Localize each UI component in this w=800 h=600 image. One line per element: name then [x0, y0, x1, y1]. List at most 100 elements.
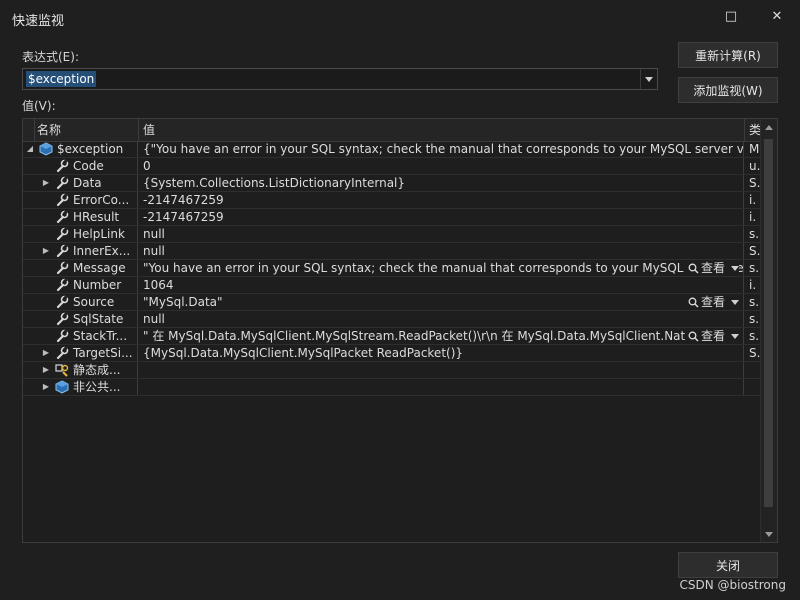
table-row[interactable]: Code 0 u.: [23, 158, 761, 175]
row-name-cell: HelpLink: [23, 226, 138, 242]
column-name-header[interactable]: 名称: [35, 119, 139, 141]
view-button[interactable]: 查看: [685, 260, 739, 276]
row-name-cell: Code: [23, 158, 138, 174]
row-name-cell: ▶ 静态成...: [23, 362, 138, 378]
scrollbar-thumb[interactable]: [764, 139, 773, 507]
wrench-icon: [55, 346, 69, 360]
maximize-button[interactable]: □: [717, 4, 745, 28]
row-value: "You have an error in your SQL syntax; c…: [143, 261, 744, 275]
close-window-button[interactable]: ✕: [763, 4, 791, 28]
row-value: 0: [143, 159, 151, 173]
expression-dropdown[interactable]: [640, 69, 657, 89]
expression-combobox[interactable]: $exception: [22, 68, 658, 90]
table-row[interactable]: HResult -2147467259 i.: [23, 209, 761, 226]
expand-icon[interactable]: ▶: [41, 362, 51, 378]
row-name: HResult: [73, 210, 120, 224]
row-value: null: [143, 312, 165, 326]
row-type: s.: [749, 261, 760, 275]
row-value-cell: [139, 379, 744, 395]
row-value-cell: {MySql.Data.MySqlClient.MySqlPacket Read…: [139, 345, 744, 361]
magnifier-icon: [688, 263, 699, 274]
wrench-icon: [55, 159, 69, 173]
table-row[interactable]: ▶ 静态成...: [23, 362, 761, 379]
static-icon: [55, 363, 69, 377]
row-value-cell: {"You have an error in your SQL syntax; …: [139, 141, 744, 157]
table-row[interactable]: ▶ TargetSi... {MySql.Data.MySqlClient.MySq…: [23, 345, 761, 362]
collapse-icon[interactable]: ◢: [25, 141, 35, 157]
row-value: 1064: [143, 278, 174, 292]
view-label: 查看: [700, 329, 725, 343]
wrench-icon: [55, 210, 69, 224]
row-value: -2147467259: [143, 210, 224, 224]
row-name-cell: ▶ 非公共...: [23, 379, 138, 395]
view-button[interactable]: 查看: [685, 294, 739, 310]
table-row[interactable]: Source "MySql.Data" 查看 s.: [23, 294, 761, 311]
vertical-scrollbar[interactable]: [760, 119, 777, 542]
row-name: Message: [73, 261, 126, 275]
table-row[interactable]: Number 1064 i.: [23, 277, 761, 294]
chevron-down-icon: [731, 265, 739, 271]
row-name: ErrorCo...: [73, 193, 130, 207]
row-type: s.: [749, 227, 760, 241]
row-value: null: [143, 227, 165, 241]
row-value-cell: -2147467259: [139, 192, 744, 208]
table-row[interactable]: Message "You have an error in your SQL sy…: [23, 260, 761, 277]
row-name-cell: ▶ TargetSi...: [23, 345, 138, 361]
row-name-cell: Message: [23, 260, 138, 276]
row-type: S.: [749, 244, 761, 258]
row-type: u.: [749, 159, 761, 173]
table-row[interactable]: ◢ $exception {"You have an error in your S…: [23, 141, 761, 158]
row-name: Number: [73, 278, 122, 292]
expand-icon[interactable]: ▶: [41, 379, 51, 395]
row-type: [745, 379, 761, 395]
row-value: {MySql.Data.MySqlClient.MySqlPacket Read…: [143, 346, 464, 360]
close-button[interactable]: 关闭: [678, 552, 778, 578]
reevaluate-button[interactable]: 重新计算(R): [678, 42, 778, 68]
expression-input[interactable]: $exception: [26, 71, 97, 87]
wrench-icon: [55, 312, 69, 326]
row-name-cell: StackTr...: [23, 328, 138, 344]
watch-grid[interactable]: 名称 值 类 ◢ $exception {"You have an error in…: [22, 118, 778, 543]
wrench-icon: [55, 227, 69, 241]
view-label: 查看: [700, 261, 725, 275]
row-name: SqlState: [73, 312, 124, 326]
expression-label: 表达式(E):: [22, 50, 79, 64]
row-name-cell: ErrorCo...: [23, 192, 138, 208]
row-value: -2147467259: [143, 193, 224, 207]
row-type: M: [749, 142, 760, 156]
row-name: InnerEx...: [73, 244, 131, 258]
row-value-cell: " 在 MySql.Data.MySqlClient.MySqlStream.R…: [139, 328, 744, 344]
table-row[interactable]: SqlState null s.: [23, 311, 761, 328]
table-row[interactable]: ▶ 非公共...: [23, 379, 761, 396]
table-row[interactable]: ▶ InnerEx... null S.: [23, 243, 761, 260]
row-type: i.: [749, 193, 757, 207]
table-row[interactable]: ▶ Data {System.Collections.ListDictionaryI…: [23, 175, 761, 192]
row-value-cell: "MySql.Data" 查看: [139, 294, 744, 310]
maximize-icon: □: [724, 8, 738, 24]
column-value-header[interactable]: 值: [139, 119, 745, 141]
wrench-icon: [55, 278, 69, 292]
expand-icon[interactable]: ▶: [41, 243, 51, 259]
add-watch-button[interactable]: 添加监视(W): [678, 77, 778, 103]
watermark: CSDN @biostrong: [679, 578, 786, 592]
table-row[interactable]: HelpLink null s.: [23, 226, 761, 243]
row-type: S.: [749, 176, 761, 190]
table-row[interactable]: ErrorCo... -2147467259 i.: [23, 192, 761, 209]
row-value: " 在 MySql.Data.MySqlClient.MySqlStream.R…: [143, 329, 739, 343]
window-title: 快速监视: [12, 14, 65, 29]
table-row[interactable]: StackTr... " 在 MySql.Data.MySqlClient.MyS…: [23, 328, 761, 345]
row-name-cell: ▶ Data: [23, 175, 138, 191]
expand-icon[interactable]: ▶: [41, 345, 51, 361]
chevron-down-icon: [731, 333, 739, 339]
wrench-icon: [55, 244, 69, 258]
row-type: [745, 362, 761, 378]
scroll-up-icon[interactable]: [761, 119, 777, 135]
row-value-cell: 0: [139, 158, 744, 174]
wrench-icon: [55, 261, 69, 275]
scroll-down-icon[interactable]: [761, 526, 777, 542]
row-name: 静态成...: [73, 363, 121, 377]
expand-icon[interactable]: ▶: [41, 175, 51, 191]
view-button[interactable]: 查看: [685, 328, 739, 344]
chevron-down-icon: [645, 76, 653, 82]
row-type: i.: [749, 210, 757, 224]
